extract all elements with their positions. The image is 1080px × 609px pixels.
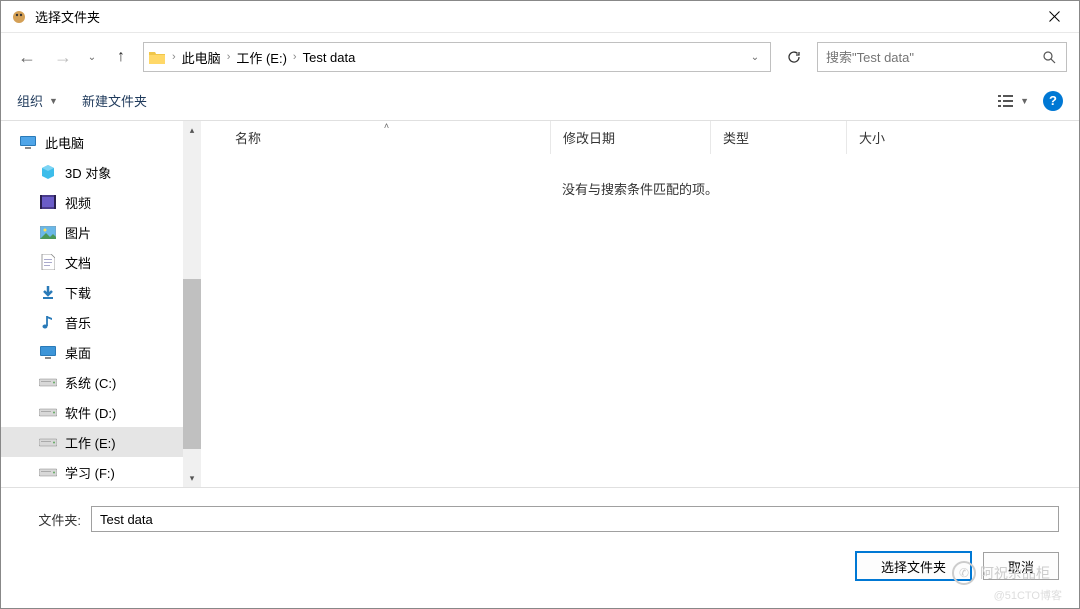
column-date[interactable]: 修改日期 — [551, 121, 711, 154]
chevron-right-icon: › — [172, 51, 176, 63]
tree-item[interactable]: 桌面 — [1, 337, 183, 367]
column-size[interactable]: 大小 — [847, 121, 1079, 154]
nav-bar: ← → ⌄ ↑ › 此电脑 › 工作 (E:) › Test data ⌄ — [1, 33, 1079, 81]
breadcrumb-item[interactable]: 此电脑 — [182, 48, 221, 67]
sort-indicator: ˄ — [384, 121, 389, 131]
organize-label: 组织 — [17, 91, 43, 110]
picture-icon — [39, 223, 57, 241]
refresh-button[interactable] — [779, 42, 809, 72]
folder-field-label: 文件夹: — [21, 510, 81, 529]
sidebar-scrollbar[interactable]: ▴ ▾ — [183, 121, 201, 487]
search-icon[interactable] — [1040, 50, 1058, 64]
tree-root[interactable]: 此电脑 — [1, 127, 183, 157]
chevron-down-icon: ▼ — [49, 96, 58, 106]
column-name[interactable]: 名称 ˄ — [223, 121, 551, 154]
tree-item[interactable]: 工作 (E:) — [1, 427, 183, 457]
view-options-button[interactable]: ▼ — [998, 94, 1029, 108]
tree-item[interactable]: 软件 (D:) — [1, 397, 183, 427]
tree-item[interactable]: 下载 — [1, 277, 183, 307]
desktop-icon — [39, 343, 57, 361]
music-icon — [39, 313, 57, 331]
help-button[interactable]: ? — [1043, 91, 1063, 111]
address-bar[interactable]: › 此电脑 › 工作 (E:) › Test data ⌄ — [143, 42, 771, 72]
address-dropdown[interactable]: ⌄ — [744, 52, 766, 63]
tree-item[interactable]: 3D 对象 — [1, 157, 183, 187]
new-folder-button[interactable]: 新建文件夹 — [82, 91, 147, 110]
3d-icon — [39, 163, 57, 181]
cancel-button[interactable]: 取消 — [983, 552, 1059, 580]
app-icon — [11, 9, 27, 25]
pc-icon — [19, 133, 37, 151]
tree-item[interactable]: 学习 (F:) — [1, 457, 183, 487]
file-list: 名称 ˄ 修改日期 类型 大小 没有与搜索条件匹配的项。 — [201, 121, 1079, 487]
tree-item[interactable]: 视频 — [1, 187, 183, 217]
newfolder-label: 新建文件夹 — [82, 91, 147, 110]
folder-name-input[interactable] — [91, 506, 1059, 532]
chevron-down-icon: ▼ — [1020, 96, 1029, 106]
search-input[interactable] — [826, 50, 1040, 65]
drive-icon — [39, 433, 57, 451]
up-button[interactable]: ↑ — [107, 43, 135, 71]
footer: 文件夹: 选择文件夹 取消 — [1, 487, 1079, 592]
titlebar: 选择文件夹 — [1, 1, 1079, 33]
drive-icon — [39, 373, 57, 391]
folder-tree: 此电脑3D 对象视频图片文档下载音乐桌面系统 (C:)软件 (D:)工作 (E:… — [1, 121, 183, 487]
drive-icon — [39, 403, 57, 421]
empty-message: 没有与搜索条件匹配的项。 — [201, 179, 1079, 198]
breadcrumb-item[interactable]: 工作 (E:) — [236, 48, 287, 67]
organize-menu[interactable]: 组织 ▼ — [17, 91, 58, 110]
close-button[interactable] — [1032, 2, 1077, 32]
forward-button[interactable]: → — [49, 43, 77, 71]
scroll-up[interactable]: ▴ — [183, 121, 201, 139]
folder-icon — [148, 48, 166, 66]
window-title: 选择文件夹 — [35, 7, 1032, 26]
video-icon — [39, 193, 57, 211]
toolbar: 组织 ▼ 新建文件夹 ▼ ? — [1, 81, 1079, 121]
scroll-down[interactable]: ▾ — [183, 469, 201, 487]
tree-item[interactable]: 系统 (C:) — [1, 367, 183, 397]
download-icon — [39, 283, 57, 301]
document-icon — [39, 253, 57, 271]
column-headers: 名称 ˄ 修改日期 类型 大小 — [201, 121, 1079, 155]
chevron-right-icon: › — [293, 51, 297, 63]
history-dropdown[interactable]: ⌄ — [85, 52, 99, 63]
tree-item[interactable]: 文档 — [1, 247, 183, 277]
drive-icon — [39, 463, 57, 481]
back-button[interactable]: ← — [13, 43, 41, 71]
sidebar: 此电脑3D 对象视频图片文档下载音乐桌面系统 (C:)软件 (D:)工作 (E:… — [1, 121, 201, 487]
chevron-right-icon: › — [227, 51, 231, 63]
content-area: 此电脑3D 对象视频图片文档下载音乐桌面系统 (C:)软件 (D:)工作 (E:… — [1, 121, 1079, 487]
breadcrumb: › 此电脑 › 工作 (E:) › Test data — [172, 48, 355, 67]
search-box[interactable] — [817, 42, 1067, 72]
tree-item[interactable]: 图片 — [1, 217, 183, 247]
select-folder-button[interactable]: 选择文件夹 — [856, 552, 971, 580]
breadcrumb-item[interactable]: Test data — [303, 50, 356, 65]
scroll-thumb[interactable] — [183, 279, 201, 449]
tree-item[interactable]: 音乐 — [1, 307, 183, 337]
column-type[interactable]: 类型 — [711, 121, 847, 154]
